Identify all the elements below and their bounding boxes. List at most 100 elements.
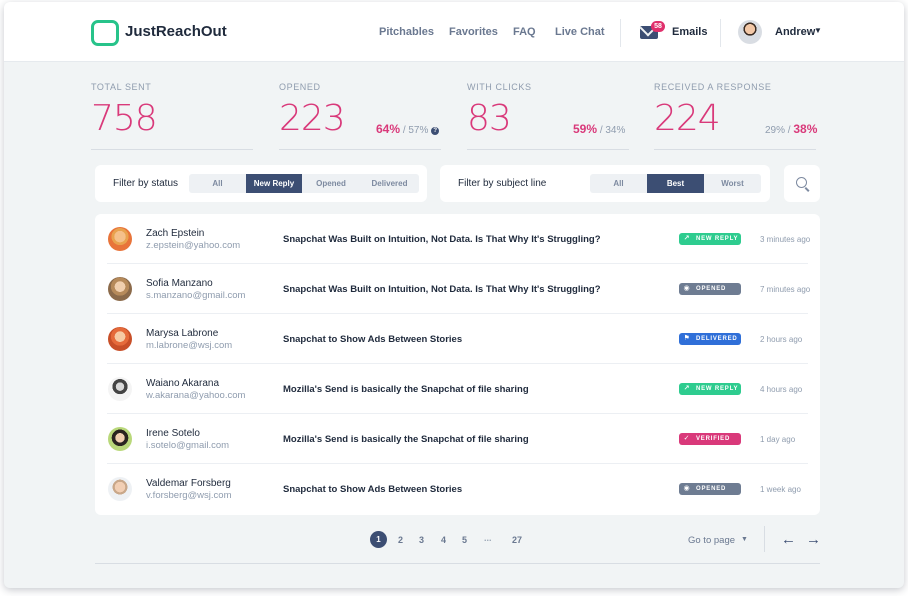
stat-label: OPENED [279, 82, 321, 92]
avatar [108, 227, 132, 251]
stat-value: 758 [91, 98, 158, 139]
eye-icon: ◉ [683, 285, 691, 292]
subject-filter-label: Filter by subject line [458, 178, 547, 189]
subject-filter-worst[interactable]: Worst [704, 174, 761, 193]
top-navbar: JustReachOut Pitchables Favorites FAQ Li… [4, 2, 904, 62]
avatar [108, 427, 132, 451]
contact-name: Zach Epstein [146, 228, 205, 239]
help-icon[interactable]: ? [431, 127, 440, 135]
contact-email: w.akarana@yahoo.com [146, 390, 246, 401]
timestamp: 1 day ago [760, 435, 796, 444]
search-icon [796, 177, 807, 188]
table-row[interactable]: Irene Sotelo i.sotelo@gmail.com Mozilla'… [95, 414, 820, 464]
stat-label: TOTAL SENT [91, 82, 152, 92]
email-subject[interactable]: Mozilla's Send is basically the Snapchat… [283, 434, 529, 445]
stat-label: RECEIVED A RESPONSE [654, 82, 772, 92]
stat-value: 223 [279, 98, 346, 139]
contact-name: Sofia Manzano [146, 278, 213, 289]
status-filter-label: Filter by status [113, 178, 179, 189]
table-row[interactable]: Waiano Akarana w.akarana@yahoo.com Mozil… [95, 364, 820, 414]
stat-pct: 38% [793, 122, 818, 136]
email-subject[interactable]: Snapchat Was Built on Intuition, Not Dat… [283, 284, 601, 295]
app-logo-text[interactable]: JustReachOut [125, 23, 227, 40]
page-button[interactable]: 3 [419, 535, 424, 545]
stat-ratio: 64% / 57% ? [376, 122, 440, 136]
nav-divider [620, 19, 621, 47]
status-filter-opened[interactable]: Opened [302, 174, 360, 193]
reply-arrow-icon: ↗ [683, 235, 691, 242]
nav-pitchables[interactable]: Pitchables [379, 26, 434, 38]
stat-ratio: 59% / 34% [573, 122, 625, 136]
avatar [108, 377, 132, 401]
table-row[interactable]: Sofia Manzano s.manzano@gmail.com Snapch… [95, 264, 820, 314]
status-badge: ⚑ DELIVERED [679, 333, 741, 345]
contact-email: i.sotelo@gmail.com [146, 440, 230, 451]
nav-faq[interactable]: FAQ [513, 26, 536, 38]
avatar [108, 277, 132, 301]
page-button[interactable]: 5 [462, 535, 467, 545]
contact-name: Waiano Akarana [146, 378, 220, 389]
table-row[interactable]: Marysa Labrone m.labrone@wsj.com Snapcha… [95, 314, 820, 364]
status-filter-segmented: All New Reply Opened Delivered [189, 174, 419, 193]
timestamp: 7 minutes ago [760, 285, 811, 294]
email-subject[interactable]: Snapchat to Show Ads Between Stories [283, 484, 462, 495]
timestamp: 4 hours ago [760, 385, 803, 394]
stat-pct: 64% [376, 122, 401, 136]
status-filter-delivered[interactable]: Delivered [360, 174, 419, 193]
pager-divider [764, 526, 765, 552]
email-subject[interactable]: Mozilla's Send is basically the Snapchat… [283, 384, 529, 395]
reply-arrow-icon: ↗ [683, 385, 691, 392]
emails-link[interactable]: Emails [672, 26, 707, 38]
page-ellipsis: ... [484, 533, 492, 543]
subject-filter-all[interactable]: All [590, 174, 647, 193]
contact-name: Valdemar Forsberg [146, 478, 231, 489]
timestamp: 2 hours ago [760, 335, 803, 344]
status-badge: ↗ NEW REPLY [679, 383, 741, 395]
email-subject[interactable]: Snapchat Was Built on Intuition, Not Dat… [283, 234, 601, 245]
app-window: JustReachOut Pitchables Favorites FAQ Li… [4, 2, 904, 588]
contact-name: Irene Sotelo [146, 428, 200, 439]
logo-icon [91, 20, 119, 46]
search-button[interactable] [784, 165, 820, 202]
status-filter-all[interactable]: All [189, 174, 246, 193]
status-badge: ✓ VERIFIED [679, 433, 741, 445]
chevron-down-icon[interactable]: ▼ [814, 26, 822, 35]
stat-received-response: RECEIVED A RESPONSE 224 29% / 38% [654, 82, 817, 150]
stat-opened: OPENED 223 64% / 57% ? [279, 82, 441, 150]
status-badge: ◉ OPENED [679, 483, 741, 495]
stat-value: 83 [467, 98, 512, 139]
table-row[interactable]: Zach Epstein z.epstein@yahoo.com Snapcha… [95, 214, 820, 264]
subject-filter-best[interactable]: Best [647, 174, 704, 193]
timestamp: 1 week ago [760, 485, 801, 494]
arrow-left-icon[interactable]: ← [781, 531, 796, 548]
table-row[interactable]: Valdemar Forsberg v.forsberg@wsj.com Sna… [95, 464, 820, 514]
user-menu-name[interactable]: Andrew [775, 26, 815, 38]
status-filter-new-reply[interactable]: New Reply [246, 174, 302, 193]
page-button[interactable]: 2 [398, 535, 403, 545]
email-subject[interactable]: Snapchat to Show Ads Between Stories [283, 334, 462, 345]
arrow-right-icon[interactable]: → [806, 531, 821, 548]
user-avatar[interactable] [738, 20, 762, 44]
stat-secondary: / 34% [599, 125, 626, 136]
stat-label: WITH CLICKS [467, 82, 532, 92]
bottom-divider [95, 563, 820, 564]
page-button-last[interactable]: 27 [512, 535, 522, 545]
nav-live-chat[interactable]: Live Chat [555, 26, 605, 38]
stat-secondary: / 57% [402, 125, 429, 136]
avatar [108, 327, 132, 351]
chevron-down-icon[interactable]: ▼ [741, 536, 748, 543]
stat-secondary: 29% / [765, 125, 791, 136]
check-icon: ✓ [683, 435, 691, 442]
contact-email: v.forsberg@wsj.com [146, 490, 232, 501]
page-button[interactable]: 4 [441, 535, 446, 545]
contact-email: s.manzano@gmail.com [146, 290, 246, 301]
stat-with-clicks: WITH CLICKS 83 59% / 34% [467, 82, 629, 150]
stat-ratio: 29% / 38% [765, 122, 817, 136]
avatar [108, 477, 132, 501]
nav-favorites[interactable]: Favorites [449, 26, 498, 38]
flag-icon: ⚑ [683, 335, 691, 342]
subject-filter-card: Filter by subject line All Best Worst [440, 165, 770, 202]
go-to-page-dropdown[interactable]: Go to page [688, 535, 735, 546]
contact-email: m.labrone@wsj.com [146, 340, 233, 351]
page-button-current[interactable]: 1 [370, 531, 387, 548]
